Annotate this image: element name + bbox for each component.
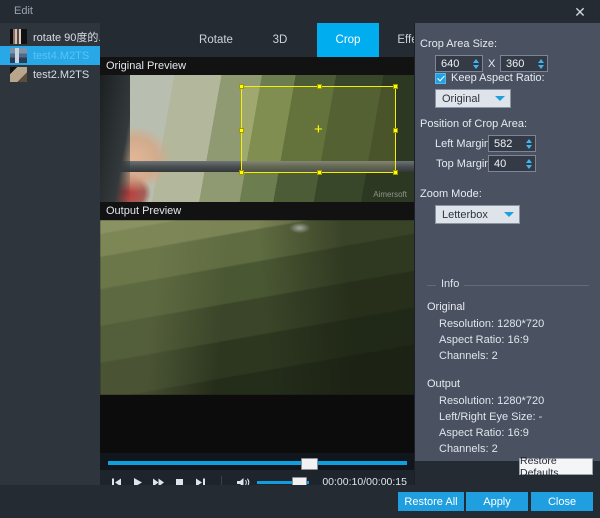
info-original-resolution: Resolution: 1280*720 [439, 318, 545, 330]
file-thumbnail [10, 67, 27, 82]
dialog-footer: Restore All Apply Close [0, 485, 600, 518]
info-output-aspect-ratio: Aspect Ratio: 16:9 [439, 427, 529, 439]
aspect-ratio-dropdown[interactable]: Original [435, 89, 511, 108]
tab-3d[interactable]: 3D [255, 23, 305, 57]
restore-defaults-button[interactable]: Restore Defaults [519, 455, 593, 479]
list-item-label: rotate 90度的... [33, 31, 100, 44]
list-item-label: test4.M2TS [33, 49, 90, 62]
output-video-frame [100, 220, 415, 395]
keep-aspect-ratio-label: Keep Aspect Ratio: [451, 72, 545, 84]
list-item[interactable]: test2.M2TS [0, 65, 100, 84]
left-margin-label: Left Margin: [435, 138, 494, 150]
crop-handle-middle-right[interactable] [393, 128, 398, 133]
crop-settings-panel: Crop Area Size: 640 X 360 Keep Aspect Ra… [415, 23, 600, 461]
info-original-aspect-ratio: Aspect Ratio: 16:9 [439, 334, 529, 346]
info-group: Info Original Resolution: 1280*720 Aspec… [427, 278, 589, 455]
output-preview-canvas [100, 220, 415, 395]
keep-aspect-ratio-checkbox[interactable]: Keep Aspect Ratio: [435, 72, 545, 84]
list-item[interactable]: rotate 90度的... [0, 27, 100, 46]
crop-handle-bottom-right[interactable] [393, 170, 398, 175]
position-of-crop-area-label: Position of Crop Area: [420, 118, 528, 130]
apply-button[interactable]: Apply [466, 492, 528, 511]
times-symbol: X [488, 58, 496, 70]
seek-track [108, 461, 407, 465]
info-group-legend: Info [436, 278, 465, 290]
aspect-ratio-value: Original [442, 92, 480, 105]
seek-thumb[interactable] [301, 458, 318, 470]
file-thumbnail [10, 29, 27, 44]
edit-dialog: Edit ✕ rotate 90度的... test4.M2TS test2.M… [0, 0, 600, 518]
info-output-heading: Output [427, 378, 461, 390]
close-icon[interactable]: ✕ [560, 0, 600, 23]
info-output-eye-size: Left/Right Eye Size: - [439, 411, 543, 423]
top-margin-value: 40 [494, 157, 507, 170]
tab-rotate[interactable]: Rotate [185, 23, 247, 57]
crop-width-value: 640 [441, 57, 460, 70]
crop-handle-bottom-center[interactable] [317, 170, 322, 175]
zoom-mode-label: Zoom Mode: [420, 188, 482, 200]
crop-width-input[interactable]: 640 [435, 55, 483, 72]
original-preview-canvas[interactable]: Aimersoft [100, 75, 415, 202]
info-output-channels: Channels: 2 [439, 443, 498, 455]
crop-handle-top-center[interactable] [317, 84, 322, 89]
chevron-down-icon [490, 96, 510, 101]
top-margin-input[interactable]: 40 [488, 155, 536, 172]
info-original-channels: Channels: 2 [439, 350, 498, 362]
tab-bar: Rotate 3D Crop Effect Watermark [100, 23, 512, 57]
info-original-heading: Original [427, 301, 465, 313]
crop-handle-top-right[interactable] [393, 84, 398, 89]
checkbox-box-icon [435, 72, 446, 84]
crop-handle-bottom-left[interactable] [239, 170, 244, 175]
chevron-down-icon [499, 212, 519, 217]
restore-all-button[interactable]: Restore All [398, 492, 464, 511]
zoom-mode-dropdown[interactable]: Letterbox [435, 205, 520, 224]
close-button[interactable]: Close [531, 492, 593, 511]
crop-height-input[interactable]: 360 [500, 55, 548, 72]
crop-handle-top-left[interactable] [239, 84, 244, 89]
file-thumbnail [10, 48, 27, 63]
title-bar: Edit ✕ [0, 0, 600, 23]
left-margin-value: 582 [494, 137, 513, 150]
output-preview-title: Output Preview [100, 202, 415, 220]
window-title: Edit [14, 5, 33, 17]
crop-width-stepper[interactable] [469, 56, 482, 71]
top-margin-label: Top Margin: [436, 158, 494, 170]
crop-selection-rect[interactable] [239, 84, 398, 175]
crop-center-crosshair-icon [314, 122, 323, 137]
top-margin-stepper[interactable] [522, 156, 535, 171]
preview-area: Original Preview Aimersoft Output Previe… [100, 57, 415, 495]
crop-handle-middle-left[interactable] [239, 128, 244, 133]
crop-area-size-label: Crop Area Size: [420, 38, 498, 50]
list-item-label: test2.M2TS [33, 68, 90, 81]
volume-slider[interactable] [257, 477, 309, 487]
original-preview-title: Original Preview [100, 57, 415, 75]
list-item-selected[interactable]: test4.M2TS [0, 46, 100, 65]
watermark-text: Aimersoft [373, 190, 407, 199]
zoom-mode-value: Letterbox [442, 208, 488, 221]
left-margin-input[interactable]: 582 [488, 135, 536, 152]
crop-height-stepper[interactable] [534, 56, 547, 71]
seek-slider[interactable] [108, 458, 407, 470]
left-margin-stepper[interactable] [522, 136, 535, 151]
tab-crop[interactable]: Crop [317, 23, 379, 57]
crop-height-value: 360 [506, 57, 525, 70]
file-list-sidebar: rotate 90度的... test4.M2TS test2.M2TS [0, 23, 100, 518]
info-output-resolution: Resolution: 1280*720 [439, 395, 545, 407]
